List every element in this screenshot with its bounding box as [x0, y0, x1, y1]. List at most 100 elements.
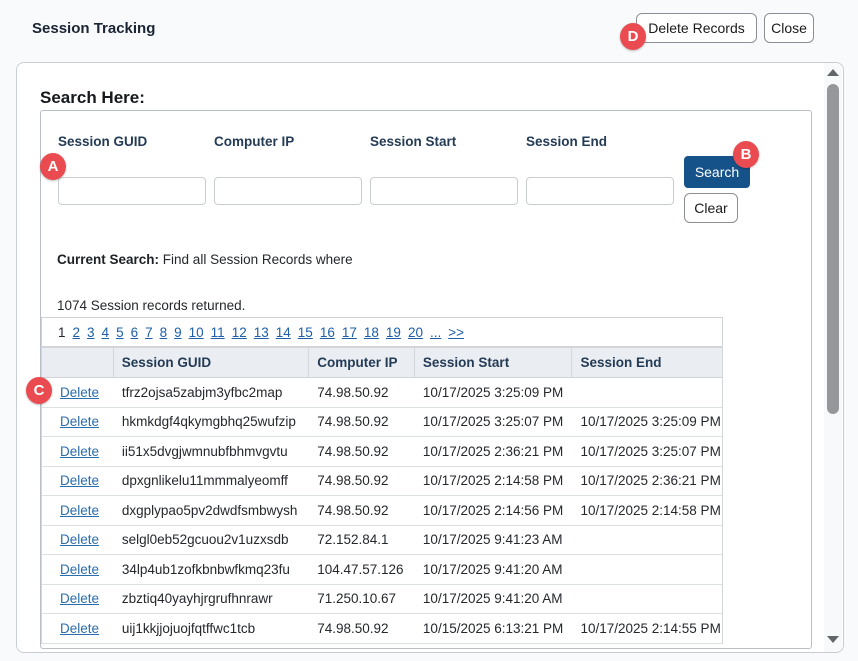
computer-ip-input[interactable]: [214, 177, 362, 205]
page-link-13[interactable]: 13: [254, 325, 269, 340]
cell-session-start: 10/17/2025 9:41:23 AM: [415, 526, 573, 555]
page-link-19[interactable]: 19: [386, 325, 401, 340]
cell-computer-ip: 74.98.50.92: [309, 467, 415, 496]
page-link-12[interactable]: 12: [232, 325, 247, 340]
delete-link[interactable]: Delete: [60, 503, 99, 518]
table-row: Deletedpxgnlikelu11mmmalyeomff74.98.50.9…: [42, 467, 722, 497]
annotation-badge-d: D: [620, 23, 646, 50]
page-link-11[interactable]: 11: [211, 325, 225, 340]
table-row: Delete 34lp4ub1zofkbnbwfkmq23fu104.47.57.…: [42, 555, 722, 585]
table-row: Delete hkmkdgf4qkymgbhq25wufzip74.98.50.9…: [42, 408, 722, 438]
header-session-start: Session Start: [415, 348, 573, 377]
table-row: Deletedxgplypao5pv2dwdfsmbwysh74.98.50.9…: [42, 496, 722, 526]
cell-session-guid: selgl0eb52gcuou2v1uzxsdb: [114, 526, 309, 555]
cell-session-start: 10/17/2025 2:36:21 PM: [415, 437, 573, 466]
delete-link[interactable]: Delete: [60, 444, 99, 459]
field-session-start: Session Start: [370, 134, 518, 149]
delete-cell: Delete: [42, 378, 114, 407]
current-search-text: Current Search: Find all Session Records…: [57, 252, 353, 267]
delete-link[interactable]: Delete: [60, 385, 99, 400]
cell-session-end: 10/17/2025 3:25:07 PM: [572, 437, 722, 466]
delete-records-button[interactable]: Delete Records: [636, 13, 757, 43]
search-results-box: Session GUID Computer IP Session Start S…: [40, 110, 812, 649]
table-row: Deleteii51x5dvgjwmnubfbhmvgvtu74.98.50.9…: [42, 437, 722, 467]
page-link-7[interactable]: 7: [145, 325, 153, 340]
pagination: 1 23456789 10 11 12 13 14 15 16 17 18 19 20... >>: [41, 317, 723, 347]
cell-computer-ip: 71.250.10.67: [309, 585, 415, 614]
cell-computer-ip: 72.152.84.1: [309, 526, 415, 555]
cell-computer-ip: 74.98.50.92: [309, 378, 415, 407]
page-link-6[interactable]: 6: [131, 325, 139, 340]
table-row: Delete zbztiq40yayhjrgrufhnrawr71.250.10.…: [42, 585, 722, 615]
header-session-guid: Session GUID: [114, 348, 309, 377]
table-row: Delete tfrz2ojsa5zabjm3yfbc2map74.98.50.9…: [42, 378, 722, 408]
clear-button[interactable]: Clear: [684, 193, 738, 223]
delete-link[interactable]: Delete: [60, 621, 99, 636]
cell-computer-ip: 74.98.50.92: [309, 408, 415, 437]
header-session-end: Session End: [572, 348, 722, 377]
page-link-14[interactable]: 14: [276, 325, 291, 340]
page-link-4[interactable]: 4: [102, 325, 110, 340]
page-link-20[interactable]: 20: [408, 325, 423, 340]
delete-cell: Delete: [42, 437, 114, 466]
delete-cell: Delete: [42, 585, 114, 614]
delete-cell: Delete: [42, 408, 114, 437]
cell-session-guid: tfrz2ojsa5zabjm3yfbc2map: [114, 378, 309, 407]
delete-cell: Delete: [42, 555, 114, 584]
page-link-9[interactable]: 9: [174, 325, 182, 340]
page-link-17[interactable]: 17: [342, 325, 357, 340]
session-start-input[interactable]: [370, 177, 518, 205]
cell-session-end: [572, 378, 722, 407]
delete-link[interactable]: Delete: [60, 562, 99, 577]
cell-session-start: 10/17/2025 9:41:20 AM: [415, 585, 573, 614]
cell-session-start: 10/17/2025 9:41:20 AM: [415, 555, 573, 584]
page-link-2[interactable]: 2: [73, 325, 81, 340]
delete-link[interactable]: Delete: [60, 591, 99, 606]
cell-session-guid: 34lp4ub1zofkbnbwfkmq23fu: [114, 555, 309, 584]
cell-session-guid: zbztiq40yayhjrgrufhnrawr: [114, 585, 309, 614]
cell-session-start: 10/17/2025 3:25:07 PM: [415, 408, 573, 437]
session-end-input[interactable]: [526, 177, 674, 205]
delete-cell: Delete: [42, 526, 114, 555]
cell-session-guid: uij1kkjjojuojfqtffwc1tcb: [114, 614, 309, 643]
page-ellipsis-link[interactable]: ...: [430, 325, 441, 340]
table-header-row: Session GUID Computer IP Session Start S…: [42, 348, 722, 378]
page-link-3[interactable]: 3: [87, 325, 95, 340]
page-current: 1: [58, 325, 66, 340]
records-returned-text: 1074 Session records returned.: [57, 298, 245, 313]
close-button[interactable]: Close: [764, 13, 814, 43]
page-link-8[interactable]: 8: [160, 325, 168, 340]
delete-link[interactable]: Delete: [60, 532, 99, 547]
scroll-down-icon[interactable]: [827, 636, 839, 643]
session-table: Session GUID Computer IP Session Start S…: [41, 347, 723, 644]
page-link-10[interactable]: 10: [189, 325, 204, 340]
header-computer-ip: Computer IP: [309, 348, 415, 377]
cell-computer-ip: 104.47.57.126: [309, 555, 415, 584]
session-end-label: Session End: [526, 134, 674, 149]
page-next-link[interactable]: >>: [448, 325, 464, 340]
cell-session-end: [572, 526, 722, 555]
page-link-5[interactable]: 5: [116, 325, 124, 340]
cell-session-start: 10/17/2025 2:14:56 PM: [415, 496, 573, 525]
cell-session-guid: ii51x5dvgjwmnubfbhmvgvtu: [114, 437, 309, 466]
session-guid-label: Session GUID: [58, 134, 206, 149]
cell-session-end: [572, 585, 722, 614]
page-link-15[interactable]: 15: [298, 325, 313, 340]
cell-session-start: 10/15/2025 6:13:21 PM: [415, 614, 573, 643]
cell-session-guid: hkmkdgf4qkymgbhq25wufzip: [114, 408, 309, 437]
computer-ip-label: Computer IP: [214, 134, 362, 149]
field-computer-ip: Computer IP: [214, 134, 362, 149]
scroll-up-icon[interactable]: [827, 69, 839, 76]
delete-link[interactable]: Delete: [60, 473, 99, 488]
page-link-16[interactable]: 16: [320, 325, 335, 340]
field-session-end: Session End: [526, 134, 674, 149]
cell-session-end: 10/17/2025 2:14:58 PM: [572, 496, 722, 525]
cell-computer-ip: 74.98.50.92: [309, 496, 415, 525]
delete-link[interactable]: Delete: [60, 414, 99, 429]
cell-session-end: [572, 555, 722, 584]
page-link-18[interactable]: 18: [364, 325, 379, 340]
cell-session-end: 10/17/2025 2:36:21 PM: [572, 467, 722, 496]
delete-cell: Delete: [42, 614, 114, 643]
scrollbar-thumb[interactable]: [827, 84, 839, 414]
session-guid-input[interactable]: [58, 177, 206, 205]
